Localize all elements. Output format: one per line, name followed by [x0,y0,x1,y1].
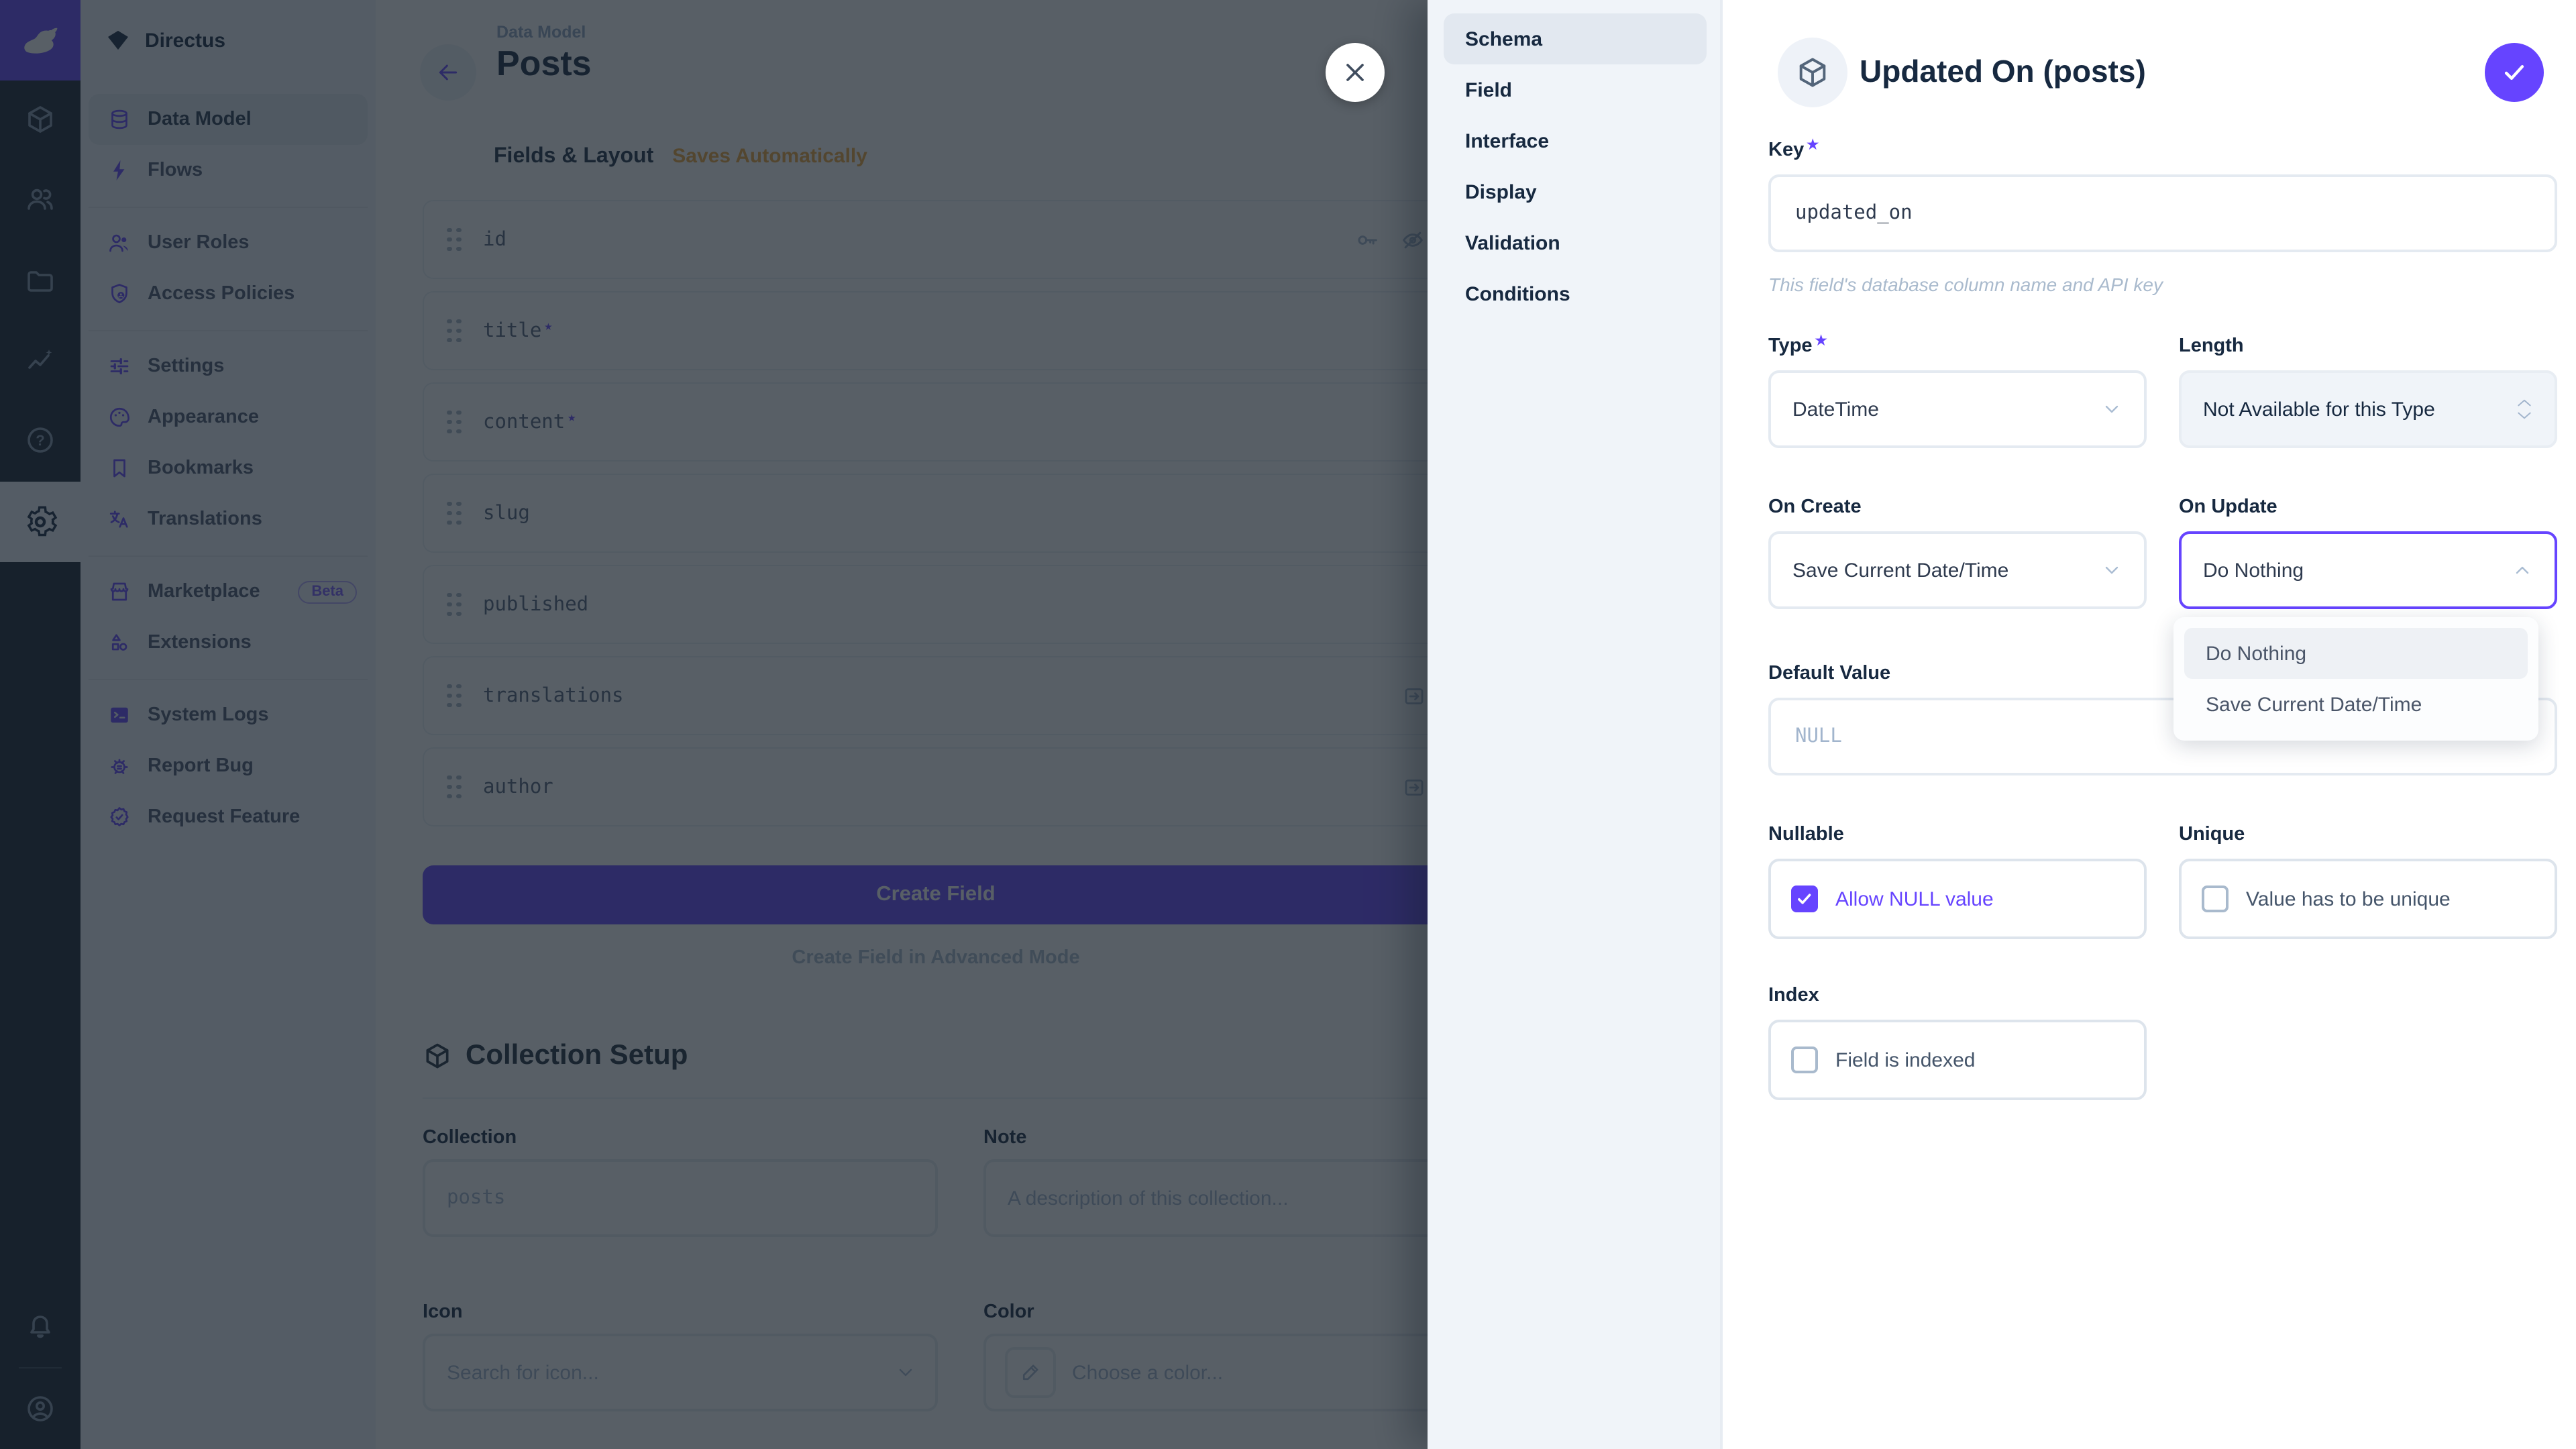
checkbox-icon[interactable] [1791,1046,1818,1073]
checkbox-label: Allow NULL value [1835,888,1994,910]
checkbox-icon[interactable] [1791,885,1818,912]
on-update-label: On Update [2179,496,2277,518]
checkbox-icon[interactable] [2202,885,2229,912]
tab-display[interactable]: Display [1444,166,1707,217]
box-icon [1795,55,1830,90]
chevron-up-icon [2516,397,2533,408]
close-drawer-button[interactable] [1326,43,1385,102]
chevron-down-icon [2516,411,2533,421]
unique-label: Unique [2179,824,2245,845]
checkbox-label: Field is indexed [1835,1049,1975,1071]
tab-conditions[interactable]: Conditions [1444,268,1707,319]
key-input-wrap [1768,174,2557,252]
key-label: Key★ [1768,140,1819,161]
number-stepper[interactable] [2516,397,2533,421]
on-update-value: Do Nothing [2203,559,2304,582]
chevron-down-icon [2101,398,2123,420]
unique-checkbox-row[interactable]: Value has to be unique [2179,859,2557,939]
tab-interface[interactable]: Interface [1444,115,1707,166]
drawer-dim-overlay[interactable] [0,0,1428,1449]
chevron-up-icon [2512,559,2533,581]
tab-field[interactable]: Field [1444,64,1707,115]
length-placeholder: Not Available for this Type [2203,398,2435,421]
tab-validation[interactable]: Validation [1444,217,1707,268]
index-checkbox-row[interactable]: Field is indexed [1768,1020,2147,1100]
field-detail-drawer: Schema Field Interface Display Validatio… [1428,0,2576,1449]
nullable-label: Nullable [1768,824,1844,845]
on-create-select[interactable]: Save Current Date/Time [1768,531,2147,609]
tab-schema[interactable]: Schema [1444,13,1707,64]
save-button[interactable] [2485,43,2544,102]
drawer-tab-nav: Schema Field Interface Display Validatio… [1428,0,1723,1449]
on-create-label: On Create [1768,496,1862,518]
index-label: Index [1768,985,1819,1006]
required-star: ★ [1815,334,1827,349]
on-update-select[interactable]: Do Nothing [2179,531,2557,609]
length-label: Length [2179,335,2244,357]
length-input-wrap: Not Available for this Type [2179,370,2557,448]
drawer-header-chip [1778,38,1847,107]
type-label: Type★ [1768,335,1827,357]
default-value-label: Default Value [1768,663,1890,684]
nullable-checkbox-row[interactable]: Allow NULL value [1768,859,2147,939]
check-icon [2500,58,2529,87]
on-update-dropdown-menu: Do Nothing Save Current Date/Time [2174,617,2538,741]
key-helper-text: This field's database column name and AP… [1768,274,2163,295]
key-input[interactable] [1792,201,2533,225]
menu-option-save-current[interactable]: Save Current Date/Time [2184,679,2528,730]
chevron-down-icon [2101,559,2123,581]
checkbox-label: Value has to be unique [2246,888,2451,910]
on-create-value: Save Current Date/Time [1792,559,2008,582]
drawer-title: Updated On (posts) [1860,54,2146,90]
close-icon [1340,58,1370,87]
required-star: ★ [1807,138,1819,153]
drawer-body: Updated On (posts) Key★ This field's dat… [1723,0,2576,1449]
menu-option-do-nothing[interactable]: Do Nothing [2184,628,2528,679]
type-value: DateTime [1792,398,1879,421]
type-select[interactable]: DateTime [1768,370,2147,448]
